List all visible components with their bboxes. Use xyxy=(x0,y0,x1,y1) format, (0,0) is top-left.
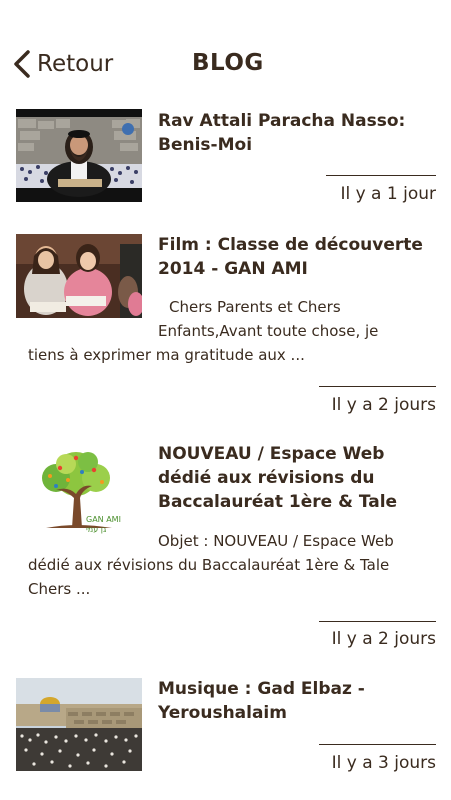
rabbi-video-thumbnail-icon xyxy=(16,109,142,202)
post-title[interactable]: Musique : Gad Elbaz - Yeroushalaim xyxy=(158,677,443,725)
post-date: Il y a 2 jours xyxy=(331,395,436,415)
back-label: Retour xyxy=(37,51,114,77)
divider xyxy=(319,744,436,745)
post-thumbnail[interactable]: GAN AMI גן עמי xyxy=(16,446,142,536)
svg-text:GAN AMI: GAN AMI xyxy=(86,515,121,524)
header: Retour BLOG xyxy=(0,0,451,100)
post-thumbnail[interactable] xyxy=(16,109,142,202)
chevron-left-icon xyxy=(14,50,30,78)
post-title[interactable]: NOUVEAU / Espace Web dédié aux révisions… xyxy=(158,442,443,514)
post-excerpt: Objet : NOUVEAU / Espace Web dédié aux r… xyxy=(28,532,394,598)
page-title: BLOG xyxy=(192,50,264,76)
post-title[interactable]: Film : Classe de découverte 2014 - GAN A… xyxy=(158,233,443,281)
back-button[interactable]: Retour xyxy=(12,48,113,80)
divider xyxy=(319,621,436,622)
gan-ami-tree-logo-icon: GAN AMI גן עמי xyxy=(16,446,142,536)
divider xyxy=(319,386,436,387)
post-date: Il y a 3 jours xyxy=(331,753,436,773)
jerusalem-western-wall-photo-icon xyxy=(16,678,142,771)
divider xyxy=(326,175,436,176)
post-date: Il y a 2 jours xyxy=(331,629,436,649)
post-date: Il y a 1 jour xyxy=(340,184,436,204)
post-title[interactable]: Rav Attali Paracha Nasso: Benis-Moi xyxy=(158,109,443,157)
post-excerpt: Chers Parents et Chers Enfants,Avant tou… xyxy=(28,298,379,364)
post-thumbnail[interactable] xyxy=(16,678,142,771)
